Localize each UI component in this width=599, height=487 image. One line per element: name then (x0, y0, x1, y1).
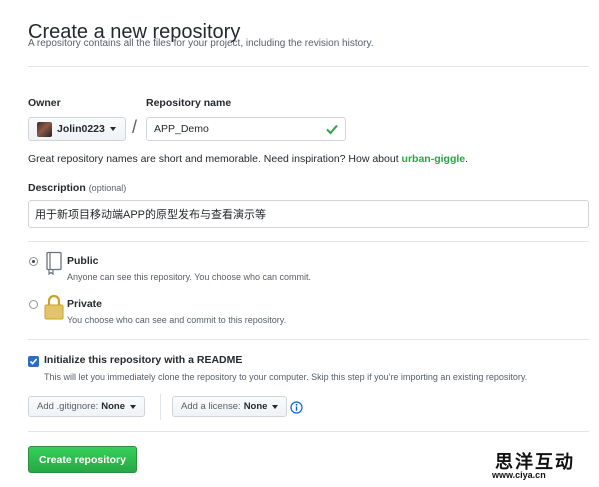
checkmark-icon (29, 358, 38, 365)
name-hint: Great repository names are short and mem… (28, 153, 468, 165)
owner-repo-separator: / (132, 117, 138, 137)
check-icon (326, 124, 338, 135)
divider (28, 431, 589, 432)
name-hint-end: . (465, 153, 469, 165)
repository-name-input[interactable]: APP_Demo (146, 117, 346, 141)
description-input[interactable]: 用于新项目移动端APP的原型发布与查看演示等 (28, 200, 589, 228)
chevron-down-icon (109, 127, 116, 131)
divider (28, 339, 589, 340)
radio-public[interactable] (29, 257, 38, 266)
readme-checkbox[interactable] (28, 356, 39, 367)
gitignore-select[interactable]: Add .gitignore: None (28, 396, 146, 417)
description-label-text: Description (28, 182, 86, 194)
readme-label[interactable]: Initialize this repository with a README (44, 354, 242, 366)
info-icon[interactable] (290, 401, 303, 414)
avatar (37, 121, 52, 137)
readme-description: This will let you immediately clone the … (44, 372, 528, 382)
public-description: Anyone can see this repository. You choo… (67, 272, 311, 282)
button-separator (160, 394, 161, 420)
license-prefix: Add a license: (181, 401, 241, 412)
chevron-down-icon (130, 404, 137, 409)
name-hint-text: Great repository names are short and mem… (28, 153, 402, 165)
private-title: Private (67, 298, 103, 310)
repository-name-value: APP_Demo (154, 123, 209, 135)
optional-tag: (optional) (88, 183, 127, 193)
license-value: None (243, 401, 268, 412)
public-title: Public (67, 255, 99, 267)
license-select[interactable]: Add a license: None (172, 396, 288, 417)
page-subtitle: A repository contains all the files for … (28, 38, 374, 49)
name-suggestion-link[interactable]: urban-giggle (402, 153, 466, 165)
lock-icon (44, 294, 64, 320)
chevron-down-icon (272, 404, 279, 409)
radio-private[interactable] (29, 300, 38, 309)
gitignore-value: None (101, 401, 126, 412)
description-label: Description (optional) (28, 182, 126, 194)
repo-book-icon (46, 251, 62, 275)
repository-name-label: Repository name (146, 97, 232, 109)
private-description: You choose who can see and commit to thi… (67, 315, 287, 325)
watermark-url: www.ciya.cn (492, 470, 546, 480)
gitignore-prefix: Add .gitignore: (37, 401, 99, 412)
divider (28, 241, 589, 242)
owner-value: Jolin0223 (57, 123, 105, 135)
divider (28, 66, 589, 67)
owner-select[interactable]: Jolin0223 (28, 117, 126, 141)
create-repository-button[interactable]: Create repository (28, 446, 137, 473)
owner-label: Owner (28, 97, 61, 109)
